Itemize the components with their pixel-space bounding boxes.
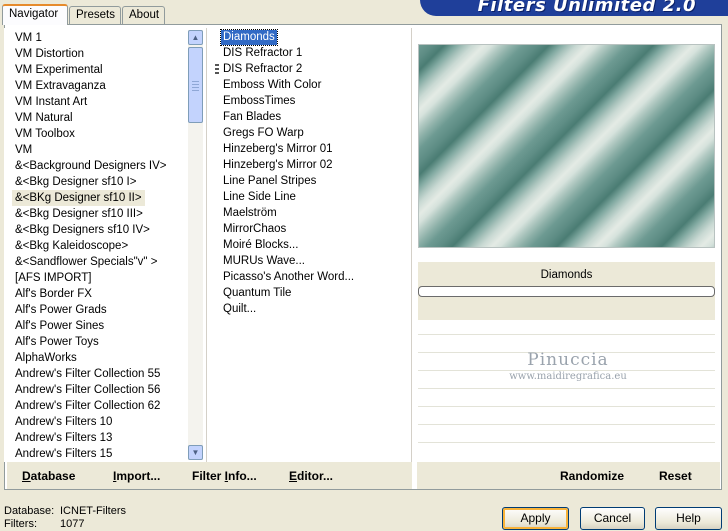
list-divider xyxy=(411,28,412,462)
help-button[interactable]: Help xyxy=(655,507,722,530)
category-item[interactable]: Andrew's Filters 13 xyxy=(12,430,115,446)
category-item[interactable]: VM xyxy=(12,142,35,158)
scroll-down-icon[interactable]: ▼ xyxy=(188,445,203,460)
preview-info: Diamonds xyxy=(418,262,715,320)
status-database: Database: ICNET-Filters xyxy=(4,505,126,517)
watermark-url: www.maidiregrafica.eu xyxy=(509,371,627,382)
watermark-name: Pinuccia xyxy=(527,350,609,370)
filter-item[interactable]: Hinzeberg's Mirror 01 xyxy=(221,142,335,157)
filter-item[interactable]: EmbossTimes xyxy=(221,94,297,109)
filter-item[interactable]: DIS Refractor 1 xyxy=(221,46,304,61)
category-item[interactable]: Andrew's Filters 15 xyxy=(12,446,115,462)
preview-toolbar: Randomize Reset xyxy=(417,462,720,489)
list-divider xyxy=(206,28,207,462)
import-button[interactable]: Import... xyxy=(113,469,160,483)
category-item[interactable]: &<Background Designers IV> xyxy=(12,158,170,174)
filter-item[interactable]: Fan Blades xyxy=(221,110,283,125)
reset-button[interactable]: Reset xyxy=(659,469,692,483)
banner-title: Filters Unlimited 2.0 xyxy=(477,0,696,16)
filter-item[interactable]: Picasso's Another Word... xyxy=(221,270,356,285)
category-item[interactable]: VM Natural xyxy=(12,110,76,126)
tab-navigator[interactable]: Navigator xyxy=(2,4,68,25)
apply-button[interactable]: Apply xyxy=(502,507,569,530)
category-item[interactable]: VM Distortion xyxy=(12,46,87,62)
parameter-row xyxy=(418,406,715,407)
editor-button[interactable]: Editor... xyxy=(289,469,333,483)
filter-item[interactable]: Emboss With Color xyxy=(221,78,323,93)
status-database-label: Database: xyxy=(4,505,55,517)
filter-item[interactable]: Diamonds xyxy=(220,29,278,46)
filter-item[interactable]: Hinzeberg's Mirror 02 xyxy=(221,158,335,173)
status-filters-value: 1077 xyxy=(60,518,85,530)
preview-panel: Diamonds Pinuccia www.maidiregrafica.eu xyxy=(413,28,720,461)
category-item[interactable]: Andrew's Filter Collection 56 xyxy=(12,382,163,398)
category-item[interactable]: &<Bkg Designer sf10 III> xyxy=(12,206,146,222)
tab-presets[interactable]: Presets xyxy=(69,6,121,24)
parameter-row xyxy=(418,334,715,335)
category-item[interactable]: &<Sandflower Specials"v" > xyxy=(12,254,160,270)
category-item[interactable]: Alf's Power Sines xyxy=(12,318,107,334)
tab-about[interactable]: About xyxy=(122,6,165,24)
marker-icon xyxy=(215,64,219,76)
category-item[interactable]: &<Bkg Designers sf10 IV> xyxy=(12,222,153,238)
category-item[interactable]: Alf's Border FX xyxy=(12,286,95,302)
filter-list[interactable]: Diamonds DIS Refractor 1 DIS Refractor 2 Em… xyxy=(210,28,410,462)
preview-image xyxy=(418,44,715,248)
filter-item[interactable]: Moiré Blocks... xyxy=(221,238,300,253)
status-filters-label: Filters: xyxy=(4,518,37,530)
filter-info-button[interactable]: Filter Info... xyxy=(192,469,257,483)
category-item[interactable]: VM Experimental xyxy=(12,62,106,78)
filter-item[interactable]: Gregs FO Warp xyxy=(221,126,306,141)
category-item[interactable]: Andrew's Filter Collection 62 xyxy=(12,398,163,414)
filter-item[interactable]: DIS Refractor 2 xyxy=(221,62,304,77)
category-item[interactable]: &<Bkg Kaleidoscope> xyxy=(12,238,131,254)
category-item[interactable]: VM Toolbox xyxy=(12,126,78,142)
category-item[interactable]: Alf's Power Toys xyxy=(12,334,102,350)
randomize-button[interactable]: Randomize xyxy=(560,469,624,483)
scroll-thumb[interactable] xyxy=(188,47,203,123)
filter-item[interactable]: MURUs Wave... xyxy=(221,254,307,269)
status-database-value: ICNET-Filters xyxy=(60,505,126,517)
filter-item[interactable]: Line Side Line xyxy=(221,190,298,205)
database-button[interactable]: Database xyxy=(22,469,75,483)
category-item[interactable]: VM Instant Art xyxy=(12,94,90,110)
category-item[interactable]: [AFS IMPORT] xyxy=(12,270,94,286)
filter-item[interactable]: Quilt... xyxy=(221,302,258,317)
category-item[interactable]: AlphaWorks xyxy=(12,350,80,366)
category-item[interactable]: &<Bkg Designer sf10 I> xyxy=(12,174,139,190)
category-item[interactable]: VM Extravaganza xyxy=(12,78,109,94)
category-item[interactable]: Andrew's Filters 10 xyxy=(12,414,115,430)
filter-item[interactable]: Maelström xyxy=(221,206,279,221)
category-list[interactable]: VM 1 VM Distortion VM Experimental VM Extra… xyxy=(4,28,204,462)
navigator-toolbar: Database Import... Filter Info... Editor… xyxy=(7,462,412,489)
category-item[interactable]: Alf's Power Grads xyxy=(12,302,110,318)
status-filters: Filters: 1077 xyxy=(4,518,84,530)
selected-filter-name: Diamonds xyxy=(540,269,593,281)
parameter-row xyxy=(418,424,715,425)
scroll-up-icon[interactable]: ▲ xyxy=(188,30,203,45)
parameter-row xyxy=(418,388,715,389)
category-item[interactable]: VM 1 xyxy=(12,30,45,46)
category-scrollbar[interactable]: ▲ ▼ xyxy=(188,30,203,460)
filter-item[interactable]: MirrorChaos xyxy=(221,222,288,237)
cancel-button[interactable]: Cancel xyxy=(580,507,645,530)
parameter-row xyxy=(418,442,715,443)
category-item[interactable]: Andrew's Filter Collection 55 xyxy=(12,366,163,382)
title-banner: Filters Unlimited 2.0 xyxy=(420,0,728,16)
filter-item[interactable]: Line Panel Stripes xyxy=(221,174,318,189)
category-item[interactable]: &<BKg Designer sf10 II> xyxy=(12,190,145,206)
progress-bar xyxy=(418,286,715,297)
filter-item[interactable]: Quantum Tile xyxy=(221,286,293,301)
